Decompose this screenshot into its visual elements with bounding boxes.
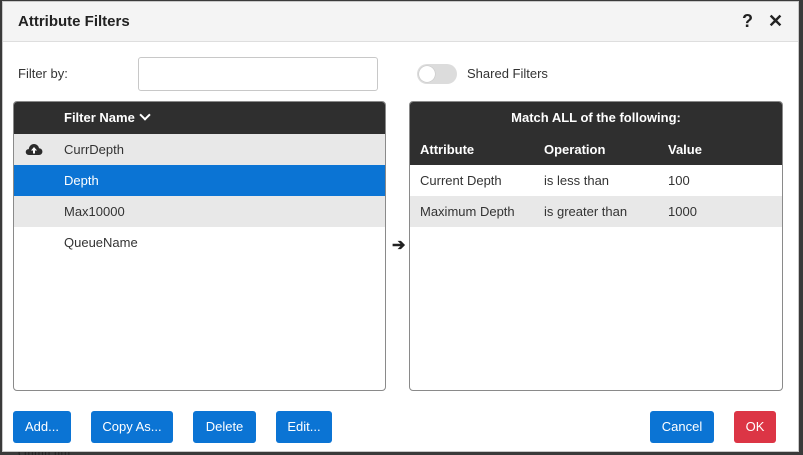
operation-column-header: Operation xyxy=(544,142,606,157)
edit-button[interactable]: Edit... xyxy=(276,411,332,443)
ok-button[interactable]: OK xyxy=(734,411,776,443)
attribute-filters-dialog: Attribute Filters ? ✕ Filter by: Shared … xyxy=(2,1,799,452)
criteria-operation: is greater than xyxy=(544,204,628,219)
criteria-panel: Match ALL of the following: Attribute Op… xyxy=(409,101,783,391)
criteria-attribute: Maximum Depth xyxy=(420,204,515,219)
shared-filters-toggle[interactable] xyxy=(417,64,457,84)
filter-by-input[interactable] xyxy=(138,57,378,91)
close-icon[interactable]: ✕ xyxy=(768,11,783,32)
copy-as-button[interactable]: Copy As... xyxy=(91,411,173,443)
add-button[interactable]: Add... xyxy=(13,411,71,443)
criteria-row[interactable]: Maximum Depth is greater than 1000 xyxy=(410,196,782,227)
criteria-value: 100 xyxy=(668,173,690,188)
dialog-header: Attribute Filters ? ✕ xyxy=(3,2,798,42)
cancel-button[interactable]: Cancel xyxy=(650,411,714,443)
arrow-right-icon: ➔ xyxy=(392,237,406,254)
criteria-row[interactable]: Current Depth is less than 100 xyxy=(410,165,782,196)
criteria-attribute: Current Depth xyxy=(420,173,502,188)
filter-name-column-header[interactable]: Filter Name xyxy=(64,109,151,125)
criteria-value: 1000 xyxy=(668,204,697,219)
delete-button[interactable]: Delete xyxy=(193,411,256,443)
dialog-title: Attribute Filters xyxy=(18,13,130,30)
filter-name: Max10000 xyxy=(64,204,125,219)
filter-list-header: Filter Name xyxy=(14,102,385,134)
filter-name: Depth xyxy=(64,173,99,188)
filter-list-panel: Filter Name CurrDepth Depth Max10000 Que… xyxy=(13,101,386,391)
filter-list-item[interactable]: CurrDepth xyxy=(14,134,385,165)
chevron-down-icon xyxy=(139,109,151,121)
filter-name: CurrDepth xyxy=(64,142,124,157)
shared-filters-label: Shared Filters xyxy=(467,66,548,81)
filter-list-item[interactable]: QueueName xyxy=(14,227,385,258)
criteria-column-headers: Attribute Operation Value xyxy=(410,134,782,165)
filter-name-header-label: Filter Name xyxy=(64,110,135,125)
cloud-upload-icon xyxy=(25,144,43,155)
filter-by-label: Filter by: xyxy=(18,66,68,81)
match-all-header: Match ALL of the following: xyxy=(410,102,782,134)
value-column-header: Value xyxy=(668,142,702,157)
filter-list-item[interactable]: Depth xyxy=(14,165,385,196)
criteria-operation: is less than xyxy=(544,173,610,188)
attribute-column-header: Attribute xyxy=(420,142,475,157)
filter-list-item[interactable]: Max10000 xyxy=(14,196,385,227)
help-icon[interactable]: ? xyxy=(742,11,753,32)
filter-name: QueueName xyxy=(64,235,138,250)
toggle-knob xyxy=(419,66,435,82)
